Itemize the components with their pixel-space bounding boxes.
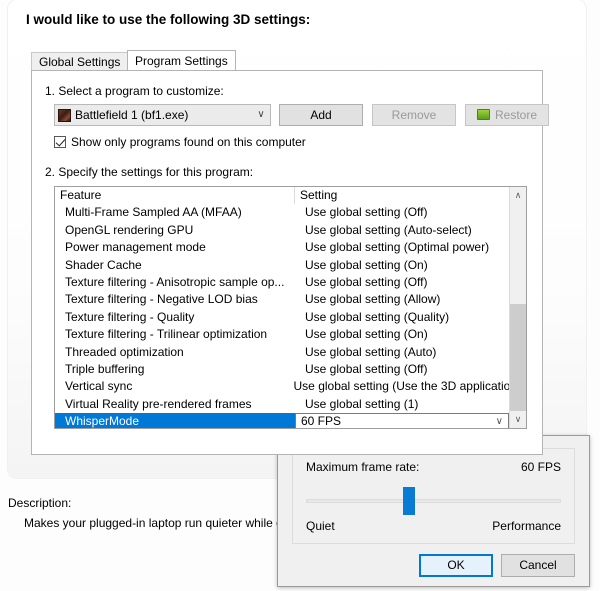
settings-row-feature: Power management mode xyxy=(65,240,206,255)
settings-row-feature: Vertical sync xyxy=(65,379,133,394)
settings-row-feature: OpenGL rendering GPU xyxy=(65,222,194,237)
slider-thumb[interactable] xyxy=(402,487,415,515)
settings-row-setting: Use global setting (1) xyxy=(305,396,419,411)
restore-button[interactable]: Restore xyxy=(465,104,549,126)
ok-button[interactable]: OK xyxy=(419,554,493,577)
settings-row-feature: Shader Cache xyxy=(65,257,142,272)
page-title: I would like to use the following 3D set… xyxy=(26,12,311,27)
checkbox-checked-icon[interactable] xyxy=(54,136,66,148)
scroll-up-icon[interactable]: ∧ xyxy=(510,187,526,204)
settings-row[interactable]: Shader Cache Use global setting (On) xyxy=(55,257,509,274)
settings-row-setting: Use global setting (Use the 3D applicati… xyxy=(293,379,509,394)
settings-row-setting: Use global setting (On) xyxy=(305,327,428,342)
settings-row-setting: Use global setting (Auto-select) xyxy=(305,222,472,237)
settings-row[interactable]: OpenGL rendering GPU Use global setting (… xyxy=(55,222,509,239)
frame-rate-group: Maximum frame rate: 60 FPS Quiet Perform… xyxy=(292,448,575,544)
tab-global-settings[interactable]: Global Settings xyxy=(31,52,129,71)
settings-row-setting: Use global setting (Auto) xyxy=(305,344,437,359)
settings-row-feature: Triple buffering xyxy=(65,361,145,376)
whispermode-popup-dialog: Maximum frame rate: 60 FPS Quiet Perform… xyxy=(277,435,590,587)
program-select-combobox[interactable]: Battlefield 1 (bf1.exe) ∨ xyxy=(54,104,271,126)
settings-row-feature: WhisperMode xyxy=(65,414,140,428)
settings-row[interactable]: Texture filtering - Negative LOD bias Use… xyxy=(55,291,509,308)
settings-row[interactable]: Texture filtering - Anisotropic sample o… xyxy=(55,274,509,291)
program-settings-panel: 1. Select a program to customize: Battle… xyxy=(31,70,549,455)
settings-row[interactable]: Multi-Frame Sampled AA (MFAA) Use global … xyxy=(55,204,509,221)
settings-list-header: Feature Setting xyxy=(55,187,509,205)
battlefield-app-icon xyxy=(58,108,71,122)
settings-row-setting: Use global setting (On) xyxy=(305,257,428,272)
max-frame-rate-label: Maximum frame rate: xyxy=(306,460,420,474)
settings-row-feature: Texture filtering - Negative LOD bias xyxy=(65,292,258,307)
tab-strip: Global Settings Program Settings xyxy=(31,50,543,72)
settings-row-feature: Texture filtering - Anisotropic sample o… xyxy=(65,274,285,289)
step2-label: 2. Specify the settings for this program… xyxy=(45,165,254,179)
settings-row[interactable]: Vertical sync Use global setting (Use the… xyxy=(55,378,509,395)
settings-row[interactable]: Threaded optimization Use global setting … xyxy=(55,344,509,361)
restore-green-icon xyxy=(476,109,490,120)
settings-list-scrollbar[interactable]: ∧ ∨ xyxy=(509,187,526,428)
settings-row[interactable]: Texture filtering - Trilinear optimizati… xyxy=(55,326,509,343)
settings-panel: I would like to use the following 3D set… xyxy=(8,0,586,478)
settings-row-feature: Threaded optimization xyxy=(65,344,184,359)
settings-row-feature: Virtual Reality pre-rendered frames xyxy=(65,396,252,411)
settings-row[interactable]: Virtual Reality pre-rendered frames Use g… xyxy=(55,396,509,413)
column-header-setting: Setting xyxy=(300,188,338,202)
settings-row[interactable]: Triple buffering Use global setting (Off) xyxy=(55,361,509,378)
tab-program-settings[interactable]: Program Settings xyxy=(127,50,236,72)
program-select-value: Battlefield 1 (bf1.exe) xyxy=(75,108,189,122)
settings-row-feature: Texture filtering - Trilinear optimizati… xyxy=(65,327,268,342)
settings-row-setting: Use global setting (Off) xyxy=(305,205,428,220)
settings-row-feature: Texture filtering - Quality xyxy=(65,309,195,324)
settings-row-setting: Use global setting (Allow) xyxy=(305,292,441,307)
slider-max-label: Performance xyxy=(492,519,561,533)
settings-row-setting: Use global setting (Off) xyxy=(305,361,428,376)
show-only-programs-checkbox[interactable]: Show only programs found on this compute… xyxy=(54,135,306,149)
description-title: Description: xyxy=(8,496,72,510)
slider-min-label: Quiet xyxy=(306,519,335,533)
settings-row-setting: Use global setting (Quality) xyxy=(305,309,450,324)
restore-button-label: Restore xyxy=(494,108,538,122)
settings-rows-container: Multi-Frame Sampled AA (MFAA) Use global … xyxy=(55,204,509,428)
chevron-down-icon[interactable]: ∨ xyxy=(496,414,503,428)
settings-row[interactable]: Power management mode Use global setting … xyxy=(55,239,509,256)
settings-row[interactable]: WhisperMode 60 FPS ∨ xyxy=(55,413,509,428)
scroll-down-icon[interactable]: ∨ xyxy=(510,411,526,428)
step1-label: 1. Select a program to customize: xyxy=(45,84,224,98)
settings-list-rows: Feature Setting Multi-Frame Sampled AA (… xyxy=(55,187,509,428)
settings-row[interactable]: Texture filtering - Quality Use global se… xyxy=(55,309,509,326)
slider-track[interactable] xyxy=(306,499,561,503)
add-button[interactable]: Add xyxy=(279,104,363,126)
settings-row-setting: Use global setting (Optimal power) xyxy=(305,240,490,255)
column-header-feature: Feature xyxy=(55,187,295,205)
settings-row-feature: Multi-Frame Sampled AA (MFAA) xyxy=(65,205,242,220)
remove-button[interactable]: Remove xyxy=(372,104,456,126)
cancel-button[interactable]: Cancel xyxy=(501,554,575,577)
scrollbar-thumb[interactable] xyxy=(510,304,526,412)
show-only-programs-label: Show only programs found on this compute… xyxy=(71,135,306,149)
chevron-down-icon[interactable]: ∨ xyxy=(252,110,270,120)
settings-row-setting-value: 60 FPS xyxy=(301,414,342,428)
settings-row-setting-combobox[interactable]: 60 FPS ∨ xyxy=(295,413,509,428)
settings-list[interactable]: Feature Setting Multi-Frame Sampled AA (… xyxy=(54,186,527,429)
max-frame-rate-value: 60 FPS xyxy=(520,460,561,474)
settings-row-setting: Use global setting (Off) xyxy=(305,274,428,289)
frame-rate-slider[interactable] xyxy=(306,487,561,515)
